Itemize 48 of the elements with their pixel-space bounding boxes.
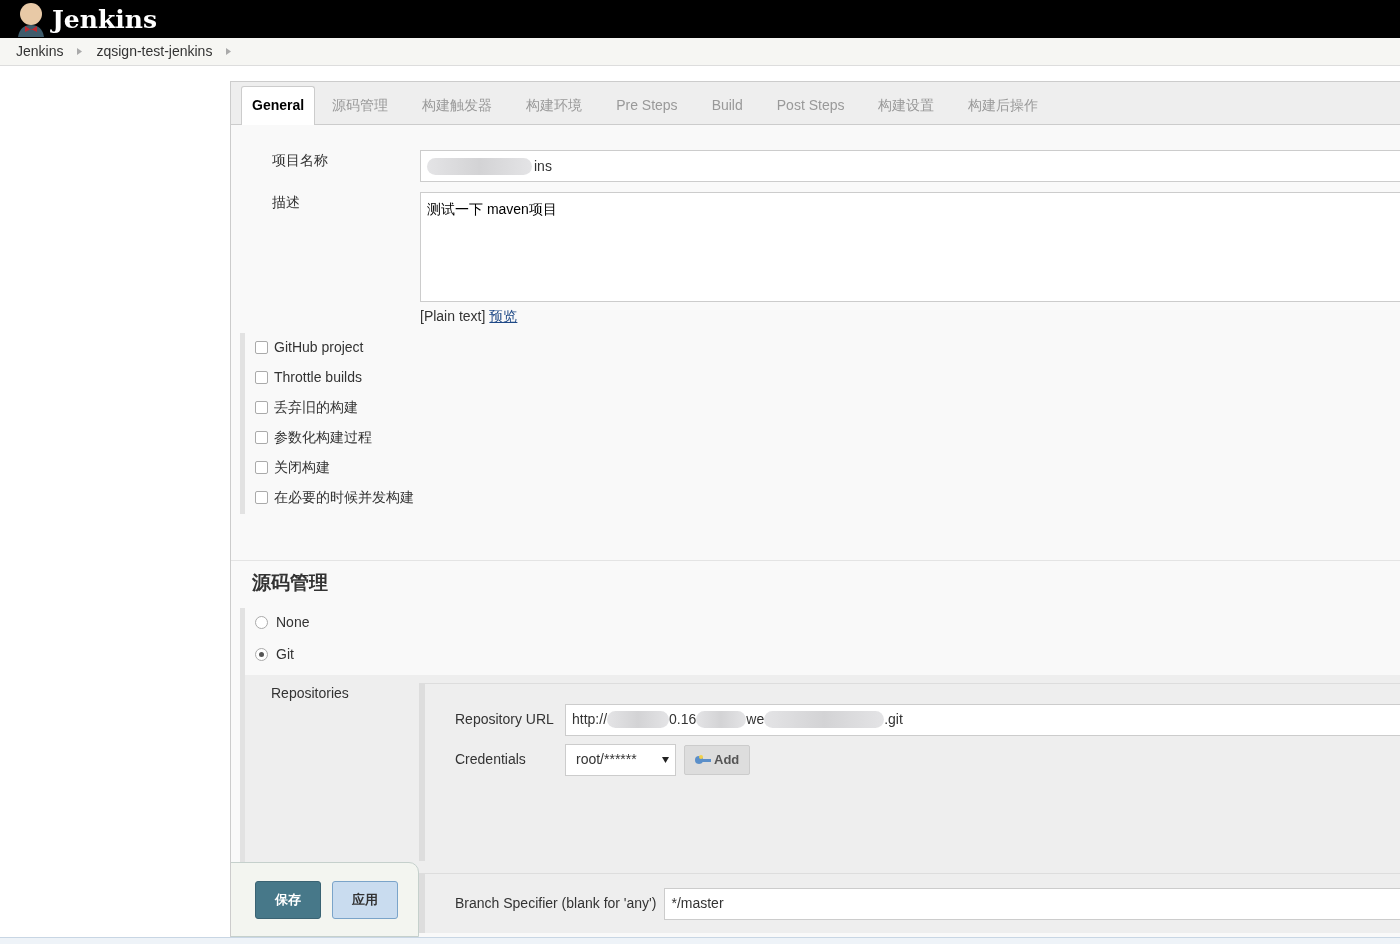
caret-icon [662, 756, 669, 763]
format-note: [Plain text] [420, 307, 486, 326]
preview-link[interactable]: 预览 [489, 306, 518, 327]
field-label: Repositories [271, 683, 350, 703]
section-heading: 源码管理 [251, 571, 329, 594]
description-field[interactable]: 测试一下 maven项目 [420, 192, 1400, 302]
checkbox[interactable] [255, 401, 268, 414]
field-label: Credentials [455, 750, 527, 770]
option-label: None [276, 612, 310, 632]
blur-mark [607, 711, 670, 729]
project-name-field[interactable]: ins [420, 150, 1400, 182]
url-text: http:// [572, 710, 608, 730]
checkbox[interactable] [255, 341, 268, 354]
option-label: 丢弃旧的构建 [274, 398, 358, 417]
url-text: .git [884, 710, 903, 730]
logo-text[interactable]: Jenkins [52, 6, 157, 32]
field-value: ins [534, 156, 552, 176]
checkbox[interactable] [255, 371, 268, 384]
url-text: we [746, 710, 765, 730]
add-button[interactable]: Add [684, 744, 751, 775]
radio-button[interactable] [255, 615, 268, 629]
option-label: 关闭构建 [274, 458, 330, 477]
credentials-dropdown[interactable]: root/****** [565, 743, 676, 776]
branch-field[interactable]: */master [664, 887, 1400, 920]
option-label: Git [276, 644, 294, 664]
url-text: 0.16 [669, 710, 697, 730]
blur-mark [696, 711, 747, 729]
field-label: Repository URL [455, 710, 555, 730]
breadcrumb-link[interactable]: Jenkins [16, 41, 64, 62]
breadcrumb-arrow-icon[interactable] [226, 48, 232, 55]
breadcrumb-arrow-icon[interactable] [77, 48, 83, 55]
radio-button[interactable] [255, 647, 268, 661]
checkbox[interactable] [255, 491, 268, 504]
breadcrumb-link[interactable]: zqsign-test-jenkins [96, 41, 213, 62]
field-label: 描述 [272, 193, 301, 212]
field-label: 项目名称 [272, 151, 329, 170]
save-button[interactable]: 保存 [255, 880, 321, 919]
field-label: Branch Specifier (blank for 'any') [455, 894, 657, 914]
option-label: 参数化构建过程 [274, 428, 372, 447]
option-label: 在必要的时候并发构建 [274, 488, 414, 507]
repository-url-field[interactable]: http:// 0.16 we .git [565, 703, 1400, 736]
option-label: Throttle builds [274, 368, 362, 387]
tab[interactable]: General [241, 86, 316, 125]
apply-button[interactable]: 应用 [332, 880, 398, 919]
key-icon [695, 754, 711, 765]
option-label: GitHub project [274, 338, 364, 357]
checkbox[interactable] [255, 431, 268, 444]
checkbox[interactable] [255, 461, 268, 474]
